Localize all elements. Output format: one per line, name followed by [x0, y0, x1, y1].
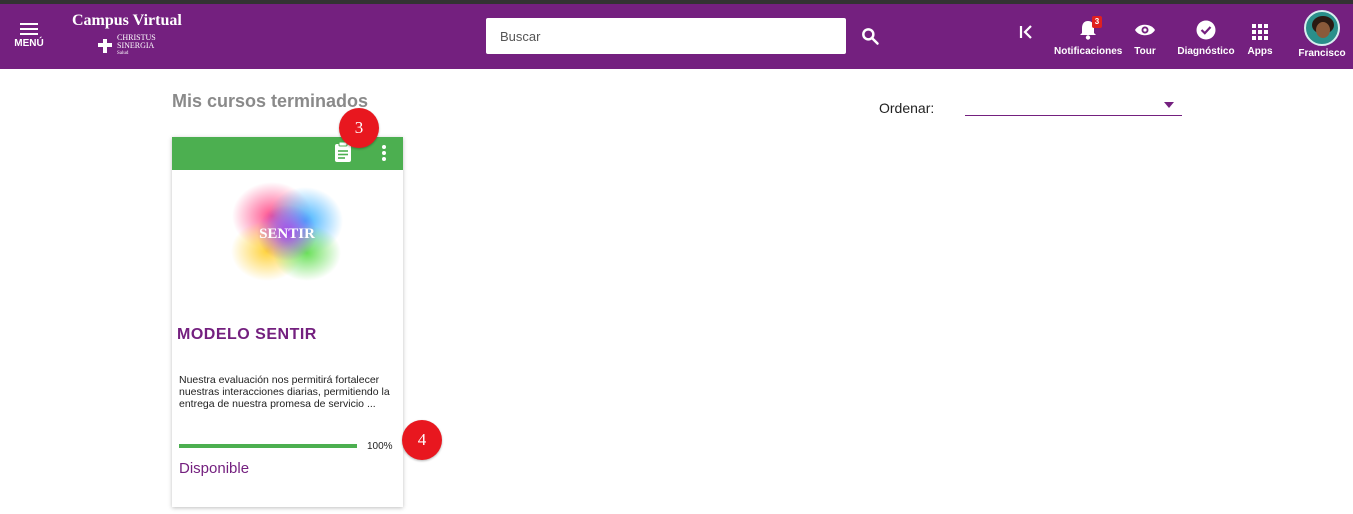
sort-select[interactable]	[965, 95, 1182, 116]
brand-sub-2: SINERGIA	[117, 41, 155, 50]
brand-sub-3: Salud	[117, 51, 129, 56]
first-page-icon	[1019, 25, 1032, 39]
notifications-label: Notificaciones	[1054, 46, 1123, 57]
progress-fill	[179, 444, 357, 448]
course-description: Nuestra evaluación nos permitirá fortale…	[179, 374, 390, 410]
more-vert-icon	[382, 145, 386, 149]
user-name: Francisco	[1298, 48, 1346, 59]
progress-bar	[179, 444, 357, 448]
apps-grid-icon	[1252, 24, 1268, 40]
tour-label: Tour	[1134, 46, 1156, 57]
course-title[interactable]: MODELO SENTIR	[177, 326, 317, 344]
cross-logo-icon	[96, 39, 114, 53]
brand-title: Campus Virtual	[72, 12, 182, 29]
apps-button[interactable]: Apps	[1244, 20, 1276, 57]
progress-label: 100%	[367, 441, 393, 452]
sort-label: Ordenar:	[879, 100, 935, 116]
menu-button[interactable]: MENÚ	[10, 20, 48, 49]
search-icon	[862, 28, 879, 45]
search-box	[486, 18, 846, 54]
diagnostic-button[interactable]: Diagnóstico	[1176, 18, 1236, 57]
brand-subtitle: CHRISTUS SINERGIA Salud	[96, 34, 182, 58]
brand-logo[interactable]: Campus Virtual CHRISTUS SINERGIA Salud	[72, 12, 182, 58]
notification-badge: 3	[1092, 16, 1102, 28]
collapse-button[interactable]	[1014, 24, 1038, 43]
apps-label: Apps	[1247, 46, 1273, 57]
diagnostic-label: Diagnóstico	[1177, 46, 1235, 57]
menu-label: MENÚ	[14, 38, 44, 49]
user-profile-button[interactable]: Francisco	[1295, 10, 1349, 59]
course-image: SENTIR	[227, 181, 347, 286]
tour-button[interactable]: Tour	[1130, 18, 1160, 57]
chevron-down-icon	[1164, 102, 1174, 108]
course-card[interactable]: SENTIR MODELO SENTIR Nuestra evaluación …	[172, 137, 403, 507]
check-circle-icon	[1196, 20, 1216, 40]
course-image-text: SENTIR	[259, 226, 315, 242]
course-status-link[interactable]: Disponible	[179, 460, 249, 477]
search-button[interactable]	[860, 26, 884, 50]
hamburger-icon	[10, 23, 48, 35]
search-input[interactable]	[486, 18, 846, 54]
page-title: Mis cursos terminados	[172, 91, 369, 111]
notifications-button[interactable]: 3 Notificaciones	[1054, 16, 1123, 57]
avatar	[1304, 10, 1340, 46]
eye-icon	[1135, 24, 1155, 36]
step-marker-4: 4	[402, 420, 442, 460]
more-options-button[interactable]	[378, 143, 390, 163]
step-marker-3: 3	[339, 108, 379, 148]
